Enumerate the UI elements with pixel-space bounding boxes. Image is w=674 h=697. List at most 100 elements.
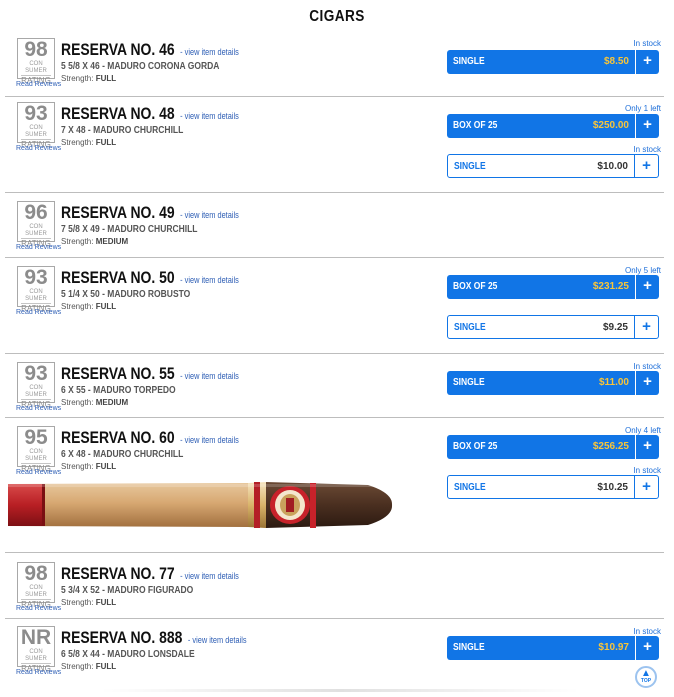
option-price: $250.00 xyxy=(592,120,629,131)
plus-icon[interactable]: + xyxy=(635,50,659,74)
add-to-cart-button[interactable]: SINGLE $10.25 + xyxy=(447,475,659,499)
plus-icon[interactable]: + xyxy=(635,114,659,138)
option-price: $256.25 xyxy=(592,441,629,452)
strength-prefix: Strength: xyxy=(61,302,94,311)
product-name-line: RESERVA NO. 48 - view item details xyxy=(61,104,239,124)
read-reviews-link[interactable]: Read Reviews xyxy=(16,309,61,316)
strength-prefix: Strength: xyxy=(61,74,94,83)
view-item-details-link[interactable]: - view item details xyxy=(180,435,239,445)
add-to-cart-button[interactable]: BOX OF 25 $250.00 + xyxy=(447,114,659,138)
add-to-cart-button[interactable]: SINGLE $10.97 + xyxy=(447,636,659,660)
read-reviews-link[interactable]: Read Reviews xyxy=(16,244,61,251)
option-price: $9.25 xyxy=(602,322,628,333)
read-reviews-link[interactable]: Read Reviews xyxy=(16,145,61,152)
stock-status: Only 5 left xyxy=(624,266,661,275)
strength-line: Strength: FULL xyxy=(61,74,116,83)
product-row: 93 CON SUMER RATING Read Reviews RESERVA N… xyxy=(5,266,664,354)
product-name[interactable]: RESERVA NO. 60 xyxy=(61,428,175,447)
plus-icon[interactable]: + xyxy=(635,636,659,660)
add-to-cart-button[interactable]: SINGLE $10.00 + xyxy=(447,154,659,178)
product-row: 98 CON SUMER RATING Read Reviews RESERVA N… xyxy=(5,38,664,97)
strength-value: FULL xyxy=(95,74,117,83)
product-name[interactable]: RESERVA NO. 55 xyxy=(61,364,175,383)
stock-status: Only 4 left xyxy=(624,426,661,435)
add-to-cart-button[interactable]: BOX OF 25 $256.25 + xyxy=(447,435,659,459)
plus-icon[interactable]: + xyxy=(634,316,658,338)
option-label: SINGLE xyxy=(454,482,486,493)
strength-value: MEDIUM xyxy=(95,398,129,407)
back-to-top-button[interactable]: ▲ TOP xyxy=(635,666,657,688)
option-price: $231.25 xyxy=(592,281,629,292)
plus-icon[interactable]: + xyxy=(634,476,658,498)
view-item-details-link[interactable]: - view item details xyxy=(180,47,239,57)
stock-status: Only 1 left xyxy=(624,104,661,113)
strength-line: Strength: FULL xyxy=(61,302,116,311)
plus-icon[interactable]: + xyxy=(635,371,659,395)
product-description: 5 3/4 X 52 - MADURO FIGURADO xyxy=(61,585,194,596)
product-name[interactable]: RESERVA NO. 888 xyxy=(61,628,182,647)
product-name[interactable]: RESERVA NO. 77 xyxy=(61,564,175,583)
product-name[interactable]: RESERVA NO. 49 xyxy=(61,203,175,222)
product-name[interactable]: RESERVA NO. 50 xyxy=(61,268,175,287)
strength-line: Strength: FULL xyxy=(61,462,116,471)
plus-icon[interactable]: + xyxy=(634,155,658,177)
strength-value: MEDIUM xyxy=(95,237,129,246)
rating-score: 98 xyxy=(24,38,48,61)
cigar-image xyxy=(8,482,393,528)
product-description: 5 5/8 X 46 - MADURO CORONA GORDA xyxy=(61,61,220,72)
stock-status: In stock xyxy=(633,627,661,636)
stock-status: In stock xyxy=(633,145,661,154)
rating-badge: 93 CON SUMER RATING Read Reviews xyxy=(16,102,61,152)
view-item-details-link[interactable]: - view item details xyxy=(188,635,247,645)
product-name-line: RESERVA NO. 49 - view item details xyxy=(61,203,239,223)
plus-icon[interactable]: + xyxy=(635,435,659,459)
rating-score: 93 xyxy=(24,102,48,125)
view-item-details-link[interactable]: - view item details xyxy=(180,275,239,285)
strength-prefix: Strength: xyxy=(61,462,94,471)
option-label: SINGLE xyxy=(454,161,486,172)
view-item-details-link[interactable]: - view item details xyxy=(180,111,239,121)
stock-status: In stock xyxy=(633,362,661,371)
product-description: 6 X 48 - MADURO CHURCHILL xyxy=(61,449,184,460)
option-label: SINGLE xyxy=(453,56,485,67)
read-reviews-link[interactable]: Read Reviews xyxy=(16,405,61,412)
product-row: NR CON SUMER RATING Read Reviews RESERVA N… xyxy=(5,626,664,686)
add-to-cart-button[interactable]: SINGLE $11.00 + xyxy=(447,371,659,395)
product-description: 6 X 55 - MADURO TORPEDO xyxy=(61,385,176,396)
rating-badge: 95 CON SUMER RATING Read Reviews xyxy=(16,426,61,476)
rating-score: 95 xyxy=(24,426,48,449)
add-to-cart-button[interactable]: SINGLE $8.50 + xyxy=(447,50,659,74)
rating-badge: 98 CON SUMER RATING Read Reviews xyxy=(16,562,61,612)
rating-badge: 96 CON SUMER RATING Read Reviews xyxy=(16,201,61,251)
add-to-cart-button[interactable]: BOX OF 25 $231.25 + xyxy=(447,275,659,299)
strength-prefix: Strength: xyxy=(61,237,94,246)
plus-icon[interactable]: + xyxy=(635,275,659,299)
product-name-line: RESERVA NO. 77 - view item details xyxy=(61,564,239,584)
product-name[interactable]: RESERVA NO. 46 xyxy=(61,40,175,59)
view-item-details-link[interactable]: - view item details xyxy=(180,210,239,220)
product-name-line: RESERVA NO. 888 - view item details xyxy=(61,628,247,648)
product-row: 98 CON SUMER RATING Read Reviews RESERVA N… xyxy=(5,562,664,619)
strength-line: Strength: FULL xyxy=(61,662,116,671)
option-price: $10.00 xyxy=(597,161,628,172)
rating-score: NR xyxy=(20,626,52,649)
arrow-up-icon: ▲ xyxy=(641,668,651,679)
rating-consumer-label: CON SUMER xyxy=(25,585,47,598)
view-item-details-link[interactable]: - view item details xyxy=(180,571,239,581)
read-reviews-link[interactable]: Read Reviews xyxy=(16,469,61,476)
read-reviews-link[interactable]: Read Reviews xyxy=(16,81,61,88)
strength-value: FULL xyxy=(95,462,117,471)
read-reviews-link[interactable]: Read Reviews xyxy=(16,605,61,612)
view-item-details-link[interactable]: - view item details xyxy=(180,371,239,381)
add-to-cart-button[interactable]: SINGLE $9.25 + xyxy=(447,315,659,339)
option-price: $8.50 xyxy=(603,56,629,67)
strength-prefix: Strength: xyxy=(61,398,94,407)
option-label: SINGLE xyxy=(453,642,485,653)
strength-prefix: Strength: xyxy=(61,598,94,607)
product-name[interactable]: RESERVA NO. 48 xyxy=(61,104,175,123)
strength-value: FULL xyxy=(95,302,117,311)
option-price: $11.00 xyxy=(598,377,629,388)
rating-consumer-label: CON SUMER xyxy=(25,289,47,302)
rating-consumer-label: CON SUMER xyxy=(25,61,47,74)
read-reviews-link[interactable]: Read Reviews xyxy=(16,669,61,676)
